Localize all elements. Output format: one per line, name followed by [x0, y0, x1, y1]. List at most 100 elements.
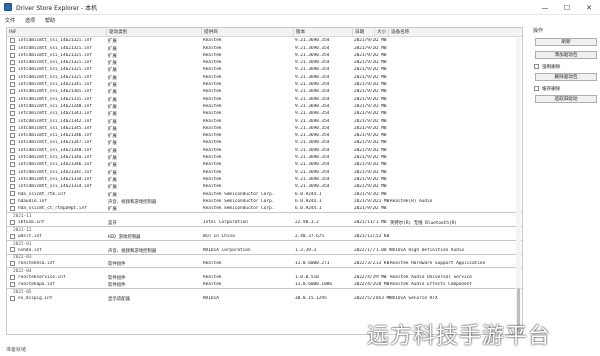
table-row[interactable]: intcdmicmtt_ssi_1462134b.inf 扩展 Realtek 9.2… — [7, 161, 522, 168]
table-row[interactable]: wdslt.inf HID 游戏控制器 Win In China 2.40.37.67… — [7, 232, 522, 240]
driver-list[interactable]: INF 驱动类别 提供商 版本 日期 大小 设备名称 intcdmicmtt_s… — [6, 27, 523, 335]
row-checkbox[interactable] — [10, 261, 15, 267]
cell-size: 853 MB — [376, 296, 390, 302]
row-checkbox[interactable] — [10, 296, 15, 302]
table-row[interactable]: intcdmicmtt_ssi_1462133i.inf 扩展 Realtek 9.2… — [7, 95, 522, 103]
row-checkbox[interactable] — [10, 60, 15, 66]
minimize-button[interactable]: — — [534, 0, 556, 15]
export-checkbox[interactable] — [534, 86, 539, 91]
table-row[interactable]: intcdmicmtt_ssi_1462132i.inf 扩展 Realtek 9.2… — [7, 52, 522, 59]
table-row[interactable]: intcdmicmtt_ssi_1462132i.inf 扩展 Realtek 9.2… — [7, 59, 522, 66]
column-header-inf[interactable]: INF — [7, 28, 107, 37]
add-driver-button[interactable]: 添加驱动包 — [535, 51, 597, 59]
row-checkbox[interactable] — [10, 169, 15, 175]
refresh-button[interactable]: 刷新 — [535, 38, 597, 46]
cell-prov: Realtek — [203, 133, 222, 139]
row-checkbox[interactable] — [10, 96, 15, 102]
row-checkbox[interactable] — [10, 74, 15, 80]
row-checkbox[interactable] — [10, 191, 15, 197]
menu-help[interactable]: 帮助 — [40, 17, 60, 24]
row-checkbox[interactable] — [10, 219, 15, 225]
row-checkbox[interactable] — [10, 247, 15, 253]
cell-inf: intcdmicmtt_ssi_14621347.inf — [18, 140, 93, 146]
table-row[interactable]: intcdmicmtt_ssi_1462138i.inf 扩展 Realtek 9.2… — [7, 88, 522, 95]
vertical-scrollbar[interactable] — [516, 38, 521, 334]
table-row[interactable]: intcdmicmtt_ssi_1462134c.inf 扩展 Realtek 9.2… — [7, 168, 522, 176]
column-header-version[interactable]: 版本 — [294, 28, 353, 37]
column-header-date[interactable]: 日期 — [353, 28, 375, 37]
cell-inf: realtekservice.inf — [18, 275, 66, 281]
table-row[interactable]: intcdmicmtt_ssi_1462134a.inf 扩展 Realtek 9.2… — [7, 154, 522, 161]
cell-inf: intcdmicmtt_ssi_1462132i.inf — [18, 67, 93, 73]
force-delete-checkbox[interactable] — [534, 64, 539, 69]
table-row[interactable]: intcdmicmtt_ssi_14621342.inf 扩展 Realtek 9.2… — [7, 117, 522, 125]
table-row[interactable]: hda_ssicmt_rtk.inf 扩展 Realtek Semiconducto… — [7, 190, 522, 198]
row-checkbox[interactable] — [10, 162, 15, 168]
table-row[interactable]: ibtusb.inf 蓝牙 Intel Corporation 22.90.3.2 20… — [7, 219, 522, 226]
row-checkbox[interactable] — [10, 81, 15, 87]
row-checkbox[interactable] — [10, 176, 15, 182]
column-header-class[interactable]: 驱动类别 — [107, 28, 202, 37]
row-checkbox[interactable] — [10, 184, 15, 190]
delete-driver-button[interactable]: 删除驱动包 — [535, 73, 597, 81]
table-row[interactable]: intcdmicmtt_ssi_1462132i.inf 扩展 Realtek 9.2… — [7, 73, 522, 81]
cell-inf: intcdmicmtt_ssi_1462133i.inf — [18, 96, 93, 102]
table-row[interactable]: intcdmicmtt_ssi_14621347.inf 扩展 Realtek 9.2… — [7, 139, 522, 146]
table-row[interactable]: nv_dispig.inf 显示适配器 NVIDIA 30.0.15.1295 2022… — [7, 295, 522, 302]
table-row[interactable]: intcdmicmtt_ssi_14621340.inf 扩展 Realtek 9.2… — [7, 103, 522, 110]
close-button[interactable]: ✕ — [578, 0, 600, 15]
maximize-button[interactable]: ☐ — [556, 0, 578, 15]
row-checkbox[interactable] — [10, 198, 15, 204]
column-header-size[interactable]: 大小 — [375, 28, 389, 37]
row-checkbox[interactable] — [10, 275, 15, 280]
cell-prov: Realtek Semiconductor Corp. — [203, 191, 275, 197]
table-row[interactable]: intcdmicmtt_ssi_14621341.inf 扩展 Realtek 9.2… — [7, 110, 522, 117]
row-checkbox[interactable] — [10, 111, 15, 117]
table-row[interactable]: intcdmicmtt_ssi_14621348.inf 扩展 Realtek 9.2… — [7, 146, 522, 154]
table-row[interactable]: intcdmicmtt_ssi_1462132i.inf 扩展 Realtek 9.2… — [7, 66, 522, 73]
table-row[interactable]: intcdmicmtt_ssi_14621345.inf 扩展 Realtek 9.2… — [7, 125, 522, 132]
table-row[interactable]: realtekhsa.inf 软件组件 Realtek 11.0.6000.271 20… — [7, 260, 522, 267]
cell-inf: intcdmicmtt_ssi_1462133d.inf — [18, 176, 93, 182]
row-checkbox[interactable] — [10, 154, 15, 160]
table-row[interactable]: intcdmicmtt_ssi_1462133d.inf 扩展 Realtek 9.2… — [7, 176, 522, 183]
table-row[interactable]: intcdmicmtt_ssi_14621346.inf 扩展 Realtek 9.2… — [7, 132, 522, 139]
table-row[interactable]: realtekapo.inf 软件组件 Realtek 13.0.6000.1086 2… — [7, 281, 522, 288]
row-checkbox[interactable] — [10, 67, 15, 73]
row-checkbox[interactable] — [10, 103, 15, 109]
row-checkbox[interactable] — [10, 147, 15, 153]
row-checkbox[interactable] — [10, 52, 15, 58]
cell-date: 2021/9/26 — [354, 38, 376, 44]
row-checkbox[interactable] — [10, 118, 15, 124]
menu-file[interactable]: 文件 — [0, 17, 20, 24]
select-old-drivers-button[interactable]: 选取旧驱动 — [535, 95, 597, 103]
row-checkbox[interactable] — [10, 133, 15, 139]
table-row[interactable]: hdaudio.inf 声音、视频和游戏控制器 Realtek Semiconduc… — [7, 198, 522, 205]
cell-date: 2021/9/26 — [354, 155, 376, 161]
row-checkbox[interactable] — [10, 125, 15, 131]
row-checkbox[interactable] — [10, 38, 15, 44]
menu-options[interactable]: 选项 — [20, 17, 40, 24]
table-row[interactable]: nvhda.inf 声音、视频和游戏控制器 NVIDIA Corporation 1.… — [7, 246, 522, 254]
table-row[interactable]: hda_ssicmt_ct_rt8pa9pt.inf 扩展 Realtek Semi… — [7, 205, 522, 212]
row-checkbox[interactable] — [10, 233, 15, 239]
row-checkbox[interactable] — [10, 45, 15, 51]
cell-inf: intcdmicmtt_ssi_14621340.inf — [18, 103, 93, 109]
table-row[interactable]: intcdmicmtt_ssi_1462132i.inf 扩展 Realtek 9.2… — [7, 44, 522, 52]
cell-date: 2021/9/26 — [354, 184, 376, 190]
table-row[interactable]: intcdmicmtt_ssi_1462134i.inf 扩展 Realtek 9.2… — [7, 81, 522, 88]
row-checkbox[interactable] — [10, 282, 15, 288]
row-checkbox[interactable] — [10, 206, 15, 212]
cell-prov: Realtek Semiconductor Corp. — [203, 206, 275, 212]
column-header-device[interactable]: 设备名称 — [389, 28, 519, 37]
cell-date: 2022/4/29 — [354, 282, 376, 288]
row-checkbox[interactable] — [10, 140, 15, 146]
cell-prov: Realtek — [203, 52, 222, 58]
table-row[interactable]: realtekservice.inf 软件组件 Realtek 1.0.0.518 20… — [7, 274, 522, 281]
table-row[interactable]: intcdmicmtt_ssi_1462131d.inf 扩展 Realtek 9.2… — [7, 183, 522, 190]
table-row[interactable]: intcdmicmtt_ssi_1462132i.inf 扩展 Realtek 9.2… — [7, 37, 522, 44]
cell-inf: intcdmicmtt_ssi_1462132i.inf — [18, 74, 93, 80]
column-header-provider[interactable]: 提供商 — [202, 28, 294, 37]
cell-date: 2021/9/26 — [354, 82, 376, 88]
row-checkbox[interactable] — [10, 89, 15, 95]
